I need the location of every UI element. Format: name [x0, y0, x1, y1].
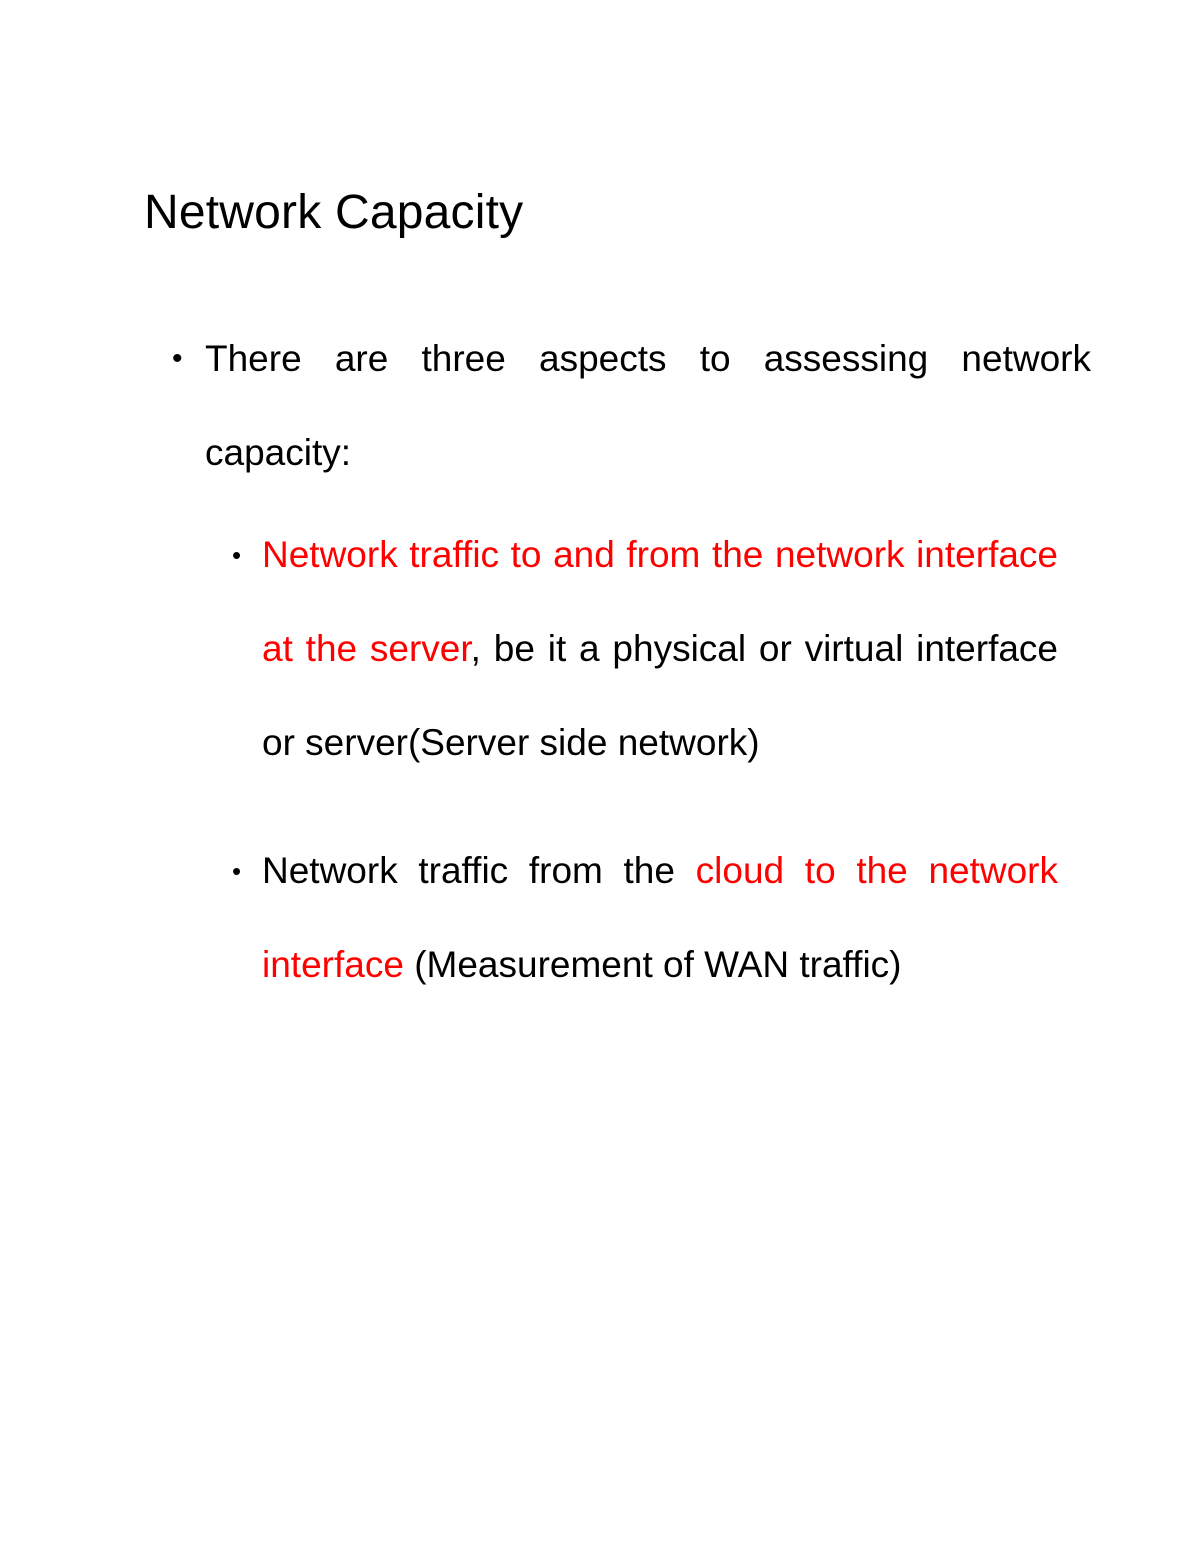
list-item: • There are three aspects to assessing n… [172, 312, 1091, 500]
list-item: • Network traffic to and from the networ… [232, 508, 1058, 790]
plain-text: (Measurement of WAN traffic) [403, 944, 902, 985]
bullet-point-icon: • [172, 342, 183, 375]
bullet-text: Network traffic to and from the network … [262, 508, 1058, 790]
list-item: • Network traffic from the cloud to the … [232, 824, 1058, 1012]
bullet-list-level-2: • Network traffic to and from the networ… [0, 508, 1200, 1012]
page-title: Network Capacity [144, 186, 524, 240]
bullet-list-level-1: • There are three aspects to assessing n… [0, 312, 1200, 1012]
plain-text: Network traffic from the [262, 850, 696, 891]
slide-page: Network Capacity • There are three aspec… [0, 0, 1200, 1553]
bullet-point-icon: • [232, 856, 242, 886]
sub-list-container: • Network traffic to and from the networ… [0, 508, 1200, 1012]
bullet-text: There are three aspects to assessing net… [205, 338, 1091, 473]
list-spacer [0, 790, 1200, 824]
bullet-text: Network traffic from the cloud to the ne… [262, 824, 1058, 1012]
bullet-point-icon: • [232, 540, 242, 570]
slide-body: • There are three aspects to assessing n… [0, 312, 1200, 1012]
